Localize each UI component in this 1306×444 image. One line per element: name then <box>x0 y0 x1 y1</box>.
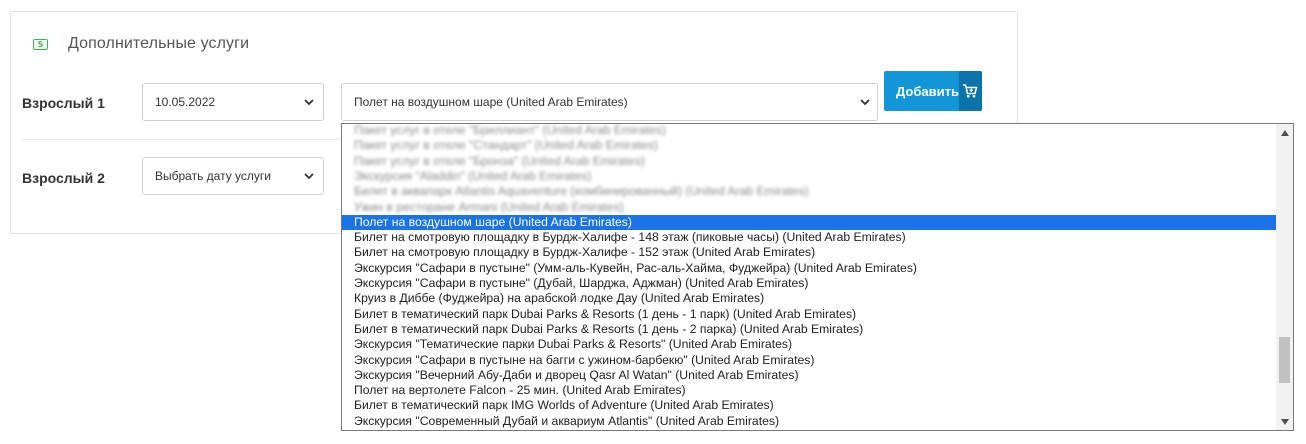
dropdown-option[interactable]: Экскурсия "Тематические парки Dubai Park… <box>342 337 1276 352</box>
cart-icon <box>958 71 982 111</box>
date-select-adult-1[interactable]: 10.05.2022 <box>142 83 324 121</box>
dropdown-option[interactable]: Экскурсия "Aladdin" (United Arab Emirate… <box>342 169 1276 184</box>
row-label-adult-2: Взрослый 2 <box>22 170 105 186</box>
service-dropdown-list[interactable]: Пакет услуг в отеле "Бриллиант" (United … <box>341 123 1294 431</box>
scrollbar-thumb[interactable] <box>1279 337 1290 383</box>
dropdown-option[interactable]: Круиз в Диббе (Фуджейра) на арабской лод… <box>342 291 1276 306</box>
dropdown-option[interactable]: Билет в тематический парк Dubai Parks & … <box>342 307 1276 322</box>
dropdown-option[interactable]: Полет на вертолете Falcon - 25 мин. (Uni… <box>342 383 1276 398</box>
scroll-up-arrow-icon[interactable] <box>1276 124 1293 141</box>
chevron-down-icon <box>303 170 315 182</box>
dropdown-option[interactable]: Экскурсия "Сафари в пустыне на багги с у… <box>342 353 1276 368</box>
money-icon: S <box>33 38 48 50</box>
date-select-adult-2[interactable]: Выбрать дату услуги <box>142 157 324 195</box>
dropdown-option[interactable]: Экскурсия "Современный Дубай и аквариум … <box>342 414 1276 429</box>
card-header: S Дополнительные услуги <box>33 34 249 54</box>
scroll-down-arrow-icon[interactable] <box>1276 413 1293 430</box>
dropdown-option[interactable]: Билет в аквапарк Atlantis Aquaventure (к… <box>342 184 1276 199</box>
service-select-adult-1[interactable]: Полет на воздушном шаре (United Arab Emi… <box>341 83 878 121</box>
dropdown-option[interactable]: Экскурсия "Сафари в пустыне" (Умм-аль-Ку… <box>342 261 1276 276</box>
date-select-placeholder: Выбрать дату услуги <box>155 169 271 183</box>
dropdown-option[interactable]: Билет на смотровую площадку в Бурдж-Хали… <box>342 245 1276 260</box>
money-icon-symbol: S <box>37 39 44 49</box>
chevron-down-icon <box>303 96 315 108</box>
dropdown-option[interactable]: Ужин в ресторане Armani (United Arab Emi… <box>342 200 1276 215</box>
dropdown-option[interactable]: Билет в тематический парк Dubai Parks & … <box>342 322 1276 337</box>
dropdown-option[interactable]: Пакет услуг в отеле "Бронза" (United Ara… <box>342 154 1276 169</box>
service-select-value: Полет на воздушном шаре (United Arab Emi… <box>354 95 628 109</box>
add-button-label: Добавить <box>896 83 959 99</box>
dropdown-option[interactable]: Билет на смотровую площадку в Бурдж-Хали… <box>342 230 1276 245</box>
dropdown-option[interactable]: Билет в тематический парк IMG Worlds of … <box>342 398 1276 413</box>
row-label-adult-1: Взрослый 1 <box>22 95 105 111</box>
dropdown-option[interactable]: Пакет услуг в отеле "Стандарт" (United A… <box>342 138 1276 153</box>
chevron-down-icon <box>859 96 871 108</box>
dropdown-scrollbar[interactable] <box>1276 124 1293 430</box>
card-title: Дополнительные услуги <box>68 35 250 52</box>
add-button[interactable]: Добавить <box>884 71 982 111</box>
dropdown-option-selected[interactable]: Полет на воздушном шаре (United Arab Emi… <box>342 214 1276 230</box>
date-select-value: 10.05.2022 <box>155 95 216 109</box>
dropdown-option[interactable]: Экскурсия "Вечерний Абу-Даби и дворец Qa… <box>342 368 1276 383</box>
dropdown-option[interactable]: Экскурсия "Сафари в пустыне" (Дубай, Шар… <box>342 276 1276 291</box>
dropdown-option[interactable]: Пакет услуг в отеле "Бриллиант" (United … <box>342 124 1276 138</box>
